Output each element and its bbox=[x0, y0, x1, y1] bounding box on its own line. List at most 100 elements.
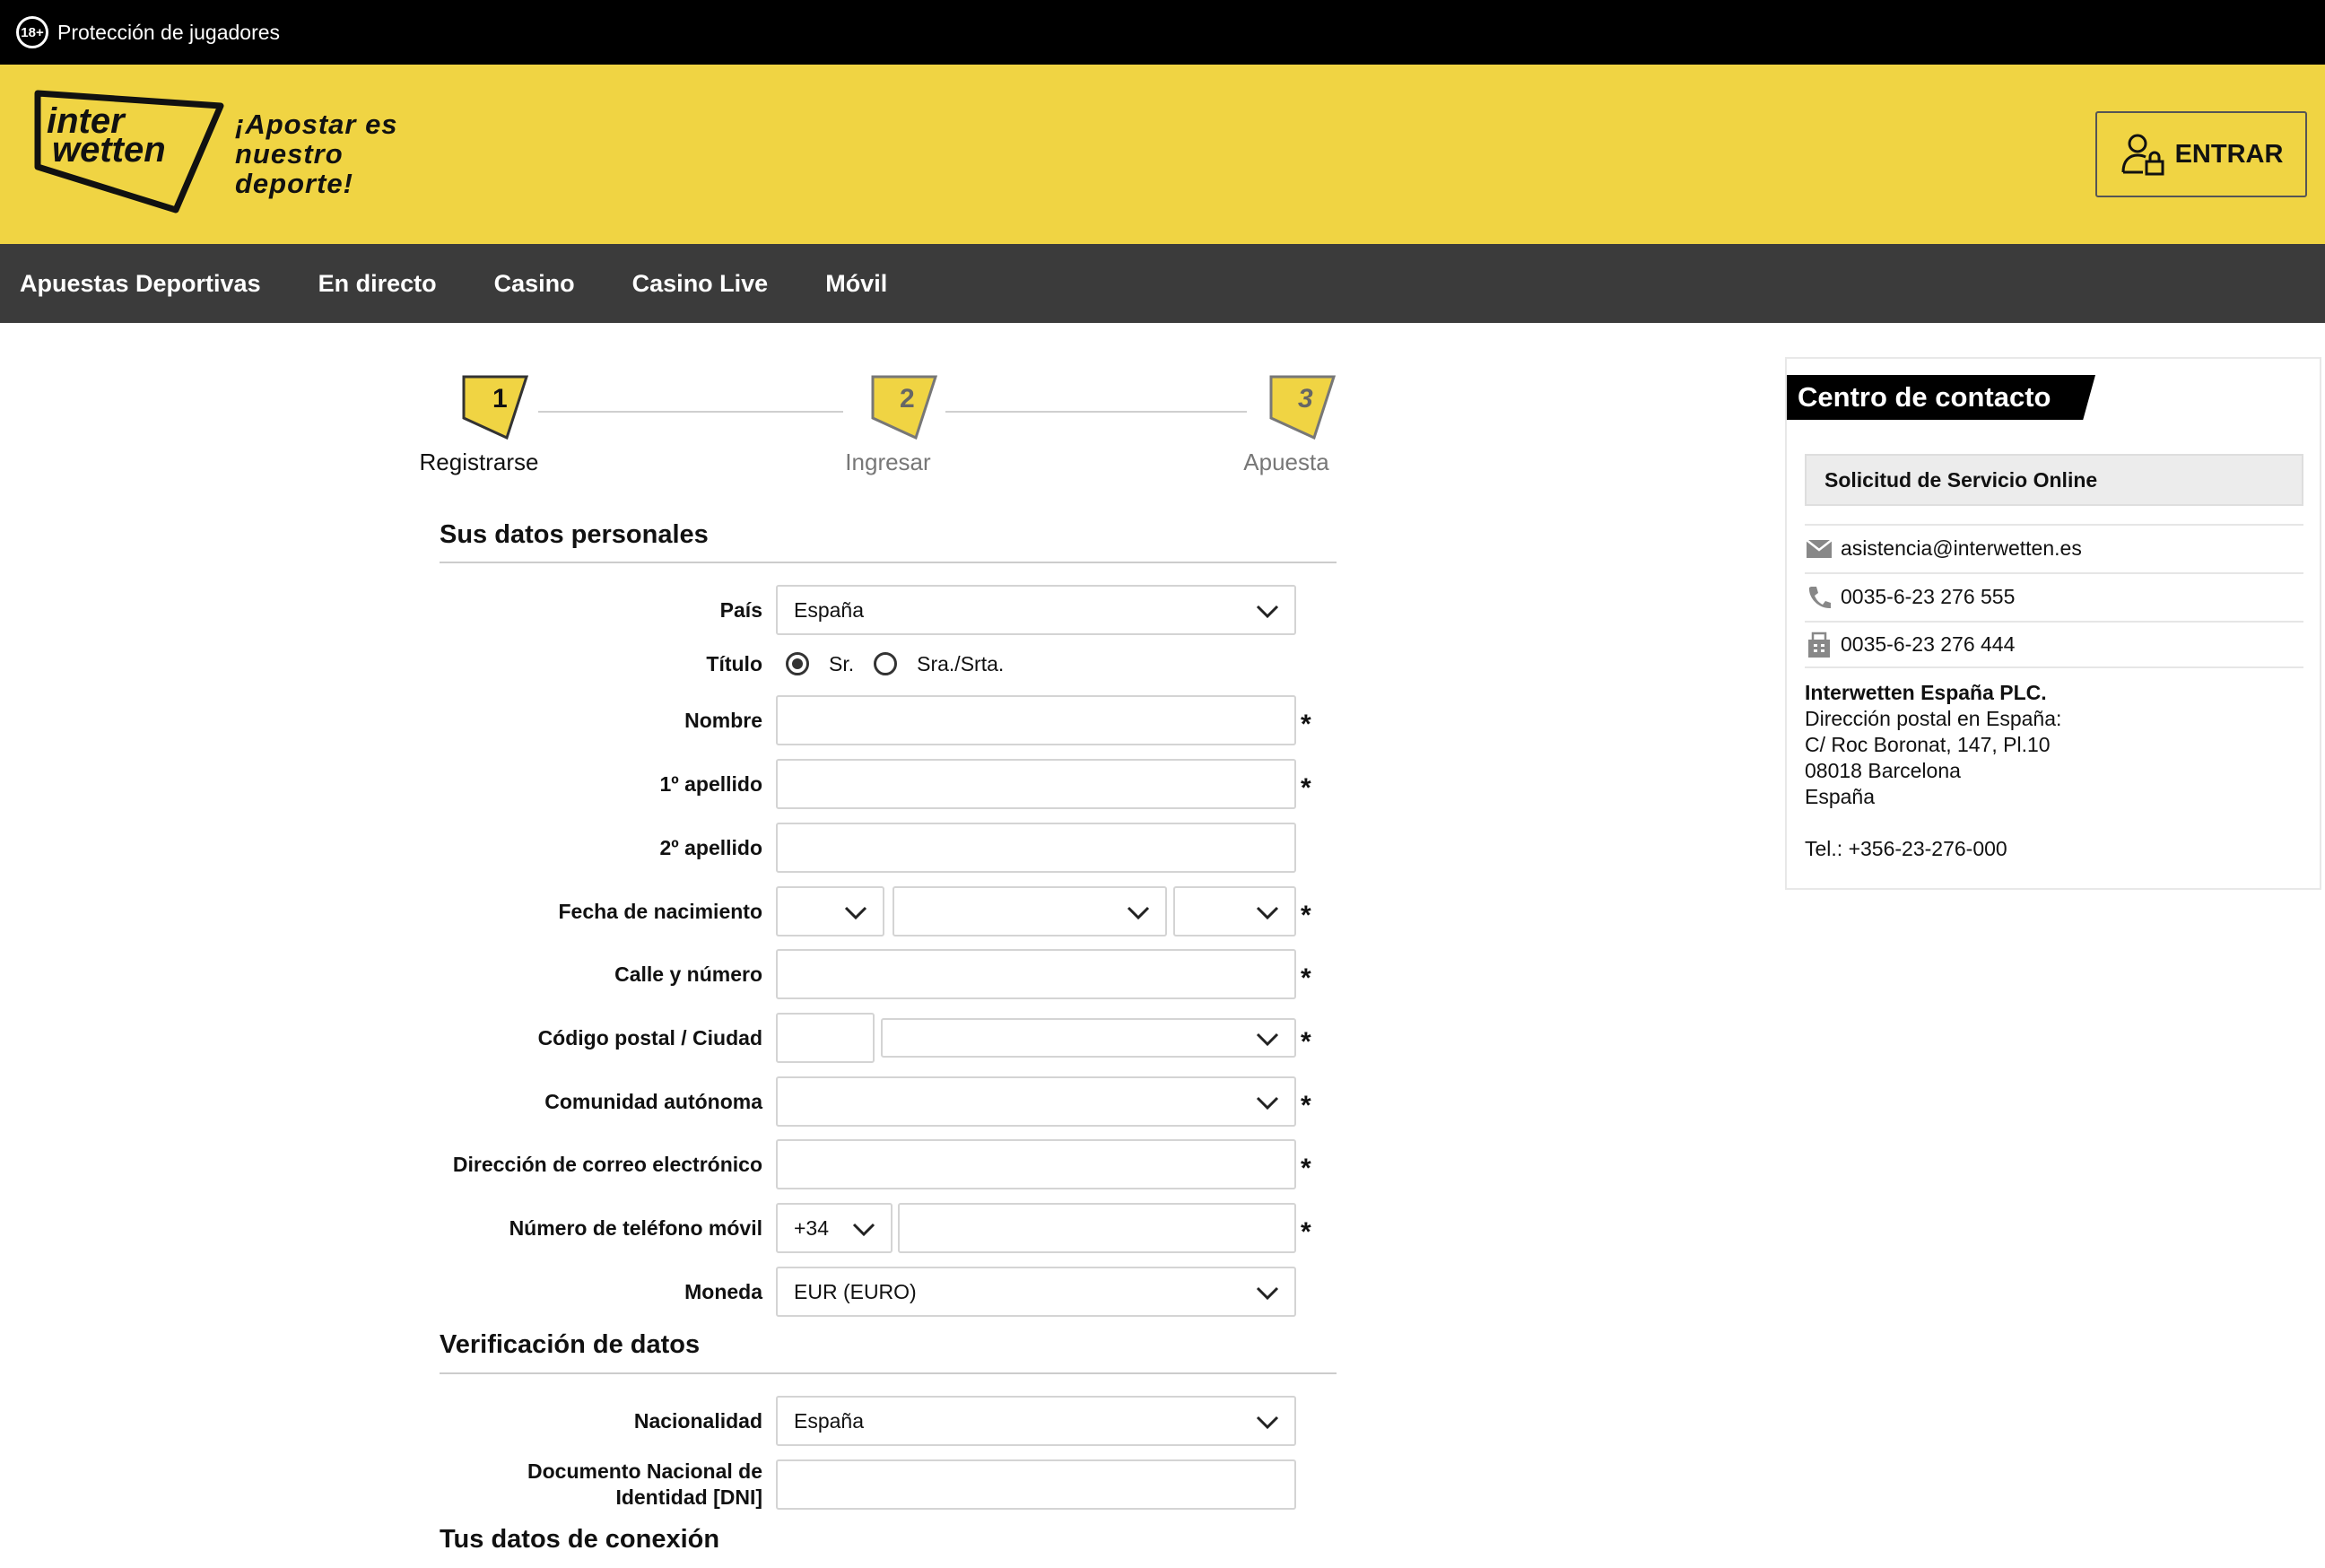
tagline-line-2: nuestro bbox=[235, 138, 344, 170]
phone-icon bbox=[1805, 583, 1833, 612]
title-radio-mrs[interactable] bbox=[874, 652, 898, 675]
contact-fax-row: 0035-6-23 276 444 bbox=[1805, 621, 2303, 668]
contact-email-row: asistencia@interwetten.es bbox=[1805, 524, 2303, 571]
address-line-1: Dirección postal en España: bbox=[1805, 707, 2062, 730]
dni-label-line-1: Documento Nacional de bbox=[527, 1459, 762, 1483]
title-label: Título bbox=[706, 651, 762, 675]
row-title: Título Sr. Sra./Srta. bbox=[440, 639, 1337, 689]
address-line-3: 08018 Barcelona bbox=[1805, 759, 1961, 782]
stepper-line-2 bbox=[945, 411, 1247, 413]
phone-prefix-value: +34 bbox=[794, 1215, 830, 1240]
chevron-down-icon bbox=[1256, 1032, 1279, 1047]
address-line-2: C/ Roc Boronat, 147, Pl.10 bbox=[1805, 733, 2051, 756]
tagline-line-1: ¡Apostar es bbox=[235, 109, 398, 140]
row-email: Dirección de correo electrónico * bbox=[440, 1139, 1337, 1189]
tagline: ¡Apostar es nuestro deporte! bbox=[235, 109, 398, 198]
stepper-line-1 bbox=[538, 411, 843, 413]
row-surname1: 1º apellido * bbox=[440, 759, 1337, 809]
logo-text-wetten: wetten bbox=[52, 130, 166, 170]
currency-label: Moneda bbox=[684, 1279, 762, 1303]
row-phone: Número de teléfono móvil +34 * bbox=[440, 1203, 1337, 1253]
row-surname2: 2º apellido bbox=[440, 823, 1337, 873]
row-birthdate: Fecha de nacimiento * bbox=[440, 886, 1337, 936]
nav-item-mobile[interactable]: Móvil bbox=[825, 270, 887, 298]
surname2-input[interactable] bbox=[776, 823, 1296, 873]
birth-month-select[interactable] bbox=[893, 886, 1167, 936]
nationality-label: Nacionalidad bbox=[633, 1408, 762, 1433]
first-name-input[interactable] bbox=[776, 695, 1296, 745]
envelope-icon bbox=[1805, 535, 1833, 563]
surname1-input[interactable] bbox=[776, 759, 1296, 809]
section-title-personal: Sus datos personales bbox=[440, 520, 709, 549]
title-radio-group: Sr. Sra./Srta. bbox=[786, 639, 1004, 689]
currency-select-value: EUR (EURO) bbox=[794, 1279, 917, 1303]
birth-day-select[interactable] bbox=[776, 886, 884, 936]
chevron-down-icon bbox=[1256, 906, 1279, 920]
required-mark: * bbox=[1301, 901, 1311, 930]
phone-number-input[interactable] bbox=[898, 1203, 1296, 1253]
tagline-line-3: deporte! bbox=[235, 168, 353, 199]
step-2-flag-icon bbox=[871, 375, 938, 440]
first-name-label: Nombre bbox=[684, 708, 762, 732]
row-currency: Moneda EUR (EURO) bbox=[440, 1267, 1337, 1317]
contact-fax-number: 0035-6-23 276 444 bbox=[1841, 632, 2016, 656]
city-select[interactable] bbox=[881, 1018, 1296, 1058]
user-lock-icon bbox=[2121, 134, 2164, 176]
street-input[interactable] bbox=[776, 949, 1296, 999]
section-title-verification: Verificación de datos bbox=[440, 1330, 701, 1359]
nav-item-casino-live[interactable]: Casino Live bbox=[632, 270, 769, 298]
street-label: Calle y número bbox=[614, 962, 762, 986]
contact-email-link[interactable]: asistencia@interwetten.es bbox=[1841, 536, 2082, 561]
chevron-down-icon bbox=[1256, 1286, 1279, 1301]
top-bar: 18+ Protección de jugadores bbox=[0, 0, 2325, 65]
country-select-value: España bbox=[794, 597, 865, 622]
postal-code-input[interactable] bbox=[776, 1013, 875, 1063]
currency-select[interactable]: EUR (EURO) bbox=[776, 1267, 1296, 1317]
header: inter wetten ¡Apostar es nuestro deporte… bbox=[0, 65, 2325, 244]
row-first-name: Nombre * bbox=[440, 695, 1337, 745]
title-option-mr-label: Sr. bbox=[829, 651, 855, 675]
nationality-select[interactable]: España bbox=[776, 1396, 1296, 1446]
required-mark: * bbox=[1301, 1217, 1311, 1247]
player-protection-link[interactable]: Protección de jugadores bbox=[57, 21, 280, 45]
step-2-number: 2 bbox=[900, 384, 915, 414]
row-nationality: Nacionalidad España bbox=[440, 1396, 1337, 1446]
step-register: 1 Registrarse bbox=[407, 375, 551, 476]
chevron-down-icon bbox=[1256, 605, 1279, 619]
email-label: Dirección de correo electrónico bbox=[452, 1152, 762, 1176]
login-button[interactable]: ENTRAR bbox=[2095, 111, 2307, 197]
step-bet: 3 Apuesta bbox=[1215, 375, 1358, 476]
address-line-4: España bbox=[1805, 785, 1876, 808]
nav-item-live[interactable]: En directo bbox=[318, 270, 437, 298]
required-mark: * bbox=[1301, 1091, 1311, 1120]
region-select[interactable] bbox=[776, 1076, 1296, 1127]
contact-phone-row: 0035-6-23 276 555 bbox=[1805, 572, 2303, 620]
phone-prefix-select[interactable]: +34 bbox=[776, 1203, 893, 1253]
nav-item-casino[interactable]: Casino bbox=[494, 270, 575, 298]
nav-item-sports-betting[interactable]: Apuestas Deportivas bbox=[20, 270, 261, 298]
surname2-label: 2º apellido bbox=[659, 835, 762, 859]
chevron-down-icon bbox=[1127, 906, 1150, 920]
company-name: Interwetten España PLC. bbox=[1805, 681, 2047, 704]
contact-phone-number[interactable]: 0035-6-23 276 555 bbox=[1841, 585, 2015, 609]
chevron-down-icon bbox=[1256, 1096, 1279, 1111]
contact-center-title: Centro de contacto bbox=[1787, 375, 2095, 420]
required-mark: * bbox=[1301, 710, 1311, 739]
step-1-label: Registrarse bbox=[419, 449, 539, 475]
online-service-request-button[interactable]: Solicitud de Servicio Online bbox=[1805, 454, 2303, 506]
nationality-select-value: España bbox=[794, 1408, 865, 1433]
title-radio-mr[interactable] bbox=[786, 652, 809, 675]
address-tel: Tel.: +356-23-276-000 bbox=[1805, 837, 2007, 860]
step-3-label: Apuesta bbox=[1243, 449, 1329, 475]
birth-year-select[interactable] bbox=[1173, 886, 1296, 936]
login-label: ENTRAR bbox=[2174, 139, 2284, 169]
required-mark: * bbox=[1301, 773, 1311, 803]
country-label: País bbox=[719, 597, 762, 622]
country-select[interactable]: España bbox=[776, 585, 1296, 635]
row-region: Comunidad autónoma * bbox=[440, 1076, 1337, 1127]
email-input[interactable] bbox=[776, 1139, 1296, 1189]
required-mark: * bbox=[1301, 1027, 1311, 1057]
section-title-connection: Tus datos de conexión bbox=[440, 1525, 720, 1554]
interwetten-logo[interactable]: inter wetten bbox=[30, 90, 226, 215]
dni-input[interactable] bbox=[776, 1459, 1296, 1510]
